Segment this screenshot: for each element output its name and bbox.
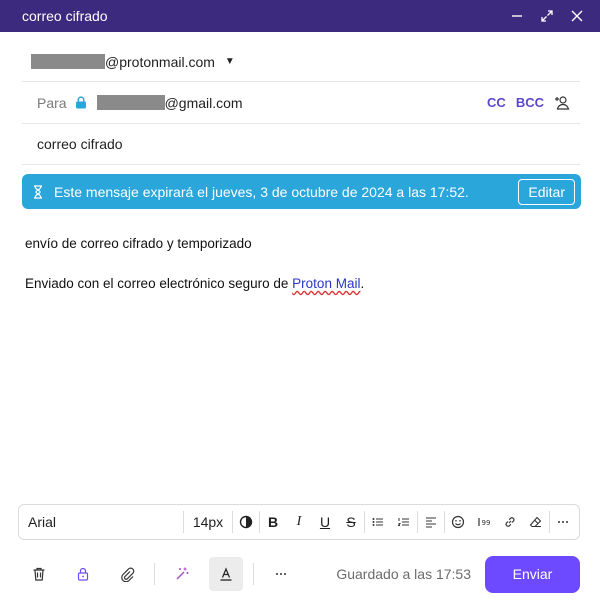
svg-text:99: 99 — [482, 519, 491, 527]
edit-expiration-button[interactable]: Editar — [518, 179, 575, 205]
expiration-message: Este mensaje expirará el jueves, 3 de oc… — [54, 183, 469, 200]
expiration-banner: Este mensaje expirará el jueves, 3 de oc… — [22, 174, 581, 209]
window-title: correo cifrado — [22, 8, 108, 24]
subject-value: correo cifrado — [37, 136, 123, 152]
emoji-button[interactable] — [446, 510, 470, 534]
minimize-button[interactable] — [502, 0, 532, 32]
link-button[interactable] — [498, 510, 522, 534]
trash-icon — [33, 567, 45, 581]
italic-icon: I — [296, 514, 302, 529]
chevron-down-icon[interactable]: ▼ — [225, 56, 235, 67]
divider — [364, 511, 365, 533]
link-icon — [505, 517, 515, 527]
divider — [259, 511, 260, 533]
signature-line[interactable]: Enviado con el correo electrónico seguro… — [25, 276, 364, 291]
body-line[interactable]: envío de correo cifrado y temporizado — [25, 236, 252, 251]
save-status: Guardado a las 17:53 — [336, 566, 471, 582]
lock-icon — [77, 567, 89, 581]
strikethrough-button[interactable]: S — [339, 510, 363, 534]
signature-suffix: . — [360, 276, 365, 291]
font-size-select[interactable]: 14px — [184, 514, 232, 530]
lock-icon — [75, 96, 87, 109]
magic-wand-icon — [176, 567, 189, 580]
paperclip-icon — [121, 567, 135, 582]
quote-icon: 99 — [478, 518, 491, 527]
bold-icon: B — [267, 514, 279, 530]
more-options-button[interactable] — [551, 510, 575, 534]
align-button[interactable] — [419, 510, 443, 534]
cc-button[interactable]: CC — [487, 95, 506, 110]
encryption-button[interactable] — [66, 557, 100, 591]
delete-draft-button[interactable] — [22, 557, 56, 591]
subject-field[interactable]: correo cifrado — [22, 124, 580, 165]
contrast-icon — [239, 515, 253, 529]
italic-button[interactable]: I — [287, 510, 311, 534]
bullet-list-button[interactable] — [366, 510, 390, 534]
bcc-button[interactable]: BCC — [516, 95, 544, 110]
underline-button[interactable]: U — [313, 510, 337, 534]
numbered-list-button[interactable] — [392, 510, 416, 534]
expand-button[interactable] — [532, 0, 562, 32]
recipient-actions: CC BCC — [487, 95, 580, 111]
clear-format-button[interactable] — [524, 510, 548, 534]
redacted-sender — [31, 54, 105, 69]
redacted-recipient — [96, 95, 165, 110]
composer-footer: Guardado a las 17:53 Enviar — [22, 555, 580, 593]
text-color-button[interactable] — [234, 510, 258, 534]
close-icon — [571, 10, 583, 22]
from-field[interactable]: @protonmail.com ▼ — [22, 42, 580, 82]
divider — [549, 511, 550, 533]
underline-icon: U — [319, 514, 331, 530]
to-address: @gmail.com — [164, 94, 243, 111]
eraser-icon — [529, 516, 542, 528]
send-button[interactable]: Enviar — [485, 555, 580, 593]
divider — [154, 563, 155, 585]
more-horizontal-icon — [558, 521, 568, 523]
divider — [232, 511, 233, 533]
to-label: Para — [37, 94, 67, 111]
text-format-icon — [220, 567, 232, 581]
numbered-list-icon — [397, 518, 409, 526]
font-family-select[interactable]: Arial — [19, 514, 183, 530]
attach-button[interactable] — [110, 557, 144, 591]
divider — [253, 563, 254, 585]
writing-assistant-button[interactable] — [165, 557, 199, 591]
text-format-toggle[interactable] — [209, 557, 243, 591]
proton-mail-link[interactable]: Proton Mail — [292, 276, 360, 291]
more-actions-button[interactable] — [264, 557, 298, 591]
divider — [417, 511, 418, 533]
divider — [444, 511, 445, 533]
emoji-icon — [451, 515, 465, 529]
expand-icon — [541, 10, 553, 22]
align-left-icon — [426, 517, 436, 528]
bold-button[interactable]: B — [261, 510, 285, 534]
hourglass-icon — [32, 184, 44, 199]
minimize-icon — [512, 15, 522, 17]
signature-prefix: Enviado con el correo electrónico seguro… — [25, 276, 293, 291]
to-field[interactable]: Para @gmail.com CC BCC — [22, 82, 580, 124]
bullet-list-icon — [372, 518, 383, 526]
more-horizontal-icon — [276, 573, 286, 575]
close-button[interactable] — [562, 0, 592, 32]
quote-button[interactable]: 99 — [472, 510, 496, 534]
add-contact-icon[interactable] — [554, 95, 570, 111]
strikethrough-icon: S — [346, 514, 356, 530]
composer-titlebar: correo cifrado — [0, 0, 600, 32]
formatting-toolbar: Arial 14px B I U S 99 — [18, 504, 580, 540]
from-address: @protonmail.com — [105, 53, 215, 70]
window-controls — [502, 0, 592, 32]
